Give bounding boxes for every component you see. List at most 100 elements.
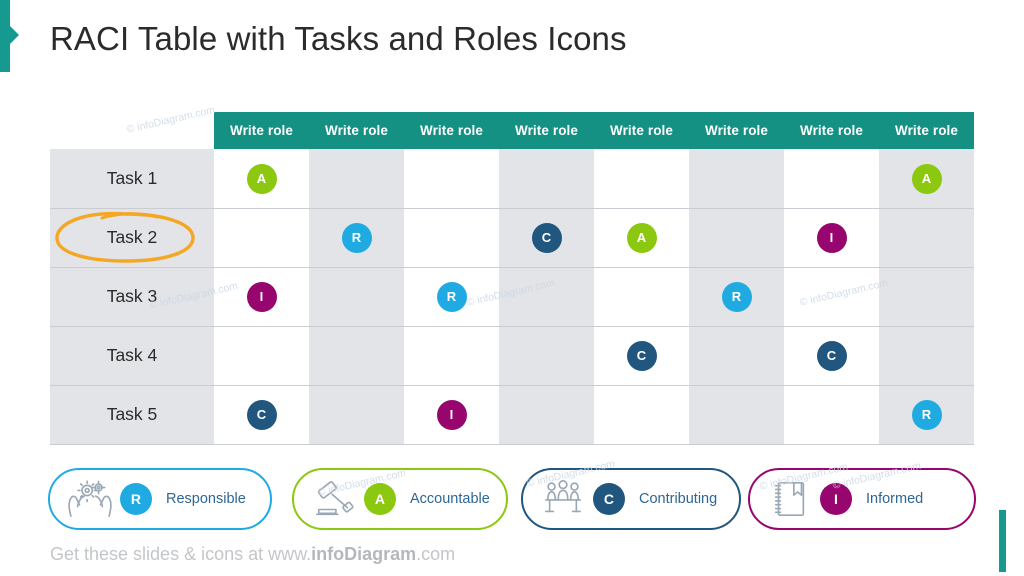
raci-cell-r5-c3[interactable]: I (404, 385, 499, 444)
column-header-role-7[interactable]: Write role (784, 112, 879, 149)
raci-cell-r1-c5[interactable] (594, 149, 689, 208)
task-label-cell[interactable]: Task 1 (50, 149, 214, 209)
raci-marker-c: C (531, 222, 562, 253)
raci-cell-r3-c7[interactable] (784, 267, 879, 326)
raci-cell-r5-c2[interactable] (309, 385, 404, 444)
column-header-role-1[interactable]: Write role (214, 112, 309, 149)
raci-cell-r2-c2[interactable]: R (309, 208, 404, 267)
raci-cell-r3-c3[interactable]: R (404, 267, 499, 326)
raci-cell-r4-c5[interactable]: C (594, 326, 689, 385)
legend-marker-a: A (364, 483, 396, 515)
raci-cell-r1-c2[interactable] (309, 149, 404, 208)
raci-cell-r5-c4[interactable] (499, 385, 594, 444)
task-label-cell[interactable]: Task 2 (50, 208, 214, 268)
row-separator (50, 267, 974, 268)
raci-marker-i: I (436, 399, 467, 430)
column-header-role-3[interactable]: Write role (404, 112, 499, 149)
raci-marker-i: I (246, 281, 277, 312)
raci-marker-a: A (246, 163, 277, 194)
raci-cell-r5-c6[interactable] (689, 385, 784, 444)
raci-cell-r3-c6[interactable]: R (689, 267, 784, 326)
raci-marker-a: A (626, 222, 657, 253)
raci-cell-r1-c8[interactable]: A (879, 149, 974, 208)
raci-cell-r1-c4[interactable] (499, 149, 594, 208)
raci-cell-r2-c5[interactable]: A (594, 208, 689, 267)
column-header-role-8[interactable]: Write role (879, 112, 974, 149)
legend-item-informed[interactable]: I Informed (748, 468, 976, 530)
raci-marker-c: C (246, 399, 277, 430)
raci-marker-r: R (341, 222, 372, 253)
raci-cell-r1-c7[interactable] (784, 149, 879, 208)
table-row: Task 4 C C (50, 326, 974, 386)
raci-table-container: Write role Write role Write role Write r… (50, 112, 974, 445)
raci-cell-r3-c8[interactable] (879, 267, 974, 326)
task-label-cell[interactable]: Task 4 (50, 326, 214, 386)
raci-cell-r3-c1[interactable]: I (214, 267, 309, 326)
raci-marker-c: C (626, 340, 657, 371)
legend-marker-r: R (120, 483, 152, 515)
raci-cell-r3-c4[interactable] (499, 267, 594, 326)
raci-cell-r2-c7[interactable]: I (784, 208, 879, 267)
raci-cell-r3-c5[interactable] (594, 267, 689, 326)
raci-marker-r: R (911, 399, 942, 430)
task-label-cell[interactable]: Task 5 (50, 385, 214, 445)
team-meeting-icon (535, 476, 591, 522)
raci-cell-r5-c8[interactable]: R (879, 385, 974, 444)
raci-cell-r2-c8[interactable] (879, 208, 974, 267)
legend-item-accountable[interactable]: A Accountable (292, 468, 508, 530)
row-separator (50, 444, 974, 445)
raci-marker-r: R (721, 281, 752, 312)
raci-cell-r2-c3[interactable] (404, 208, 499, 267)
footer-suffix: .com (416, 544, 456, 564)
table-row: Task 2 R C A I (50, 208, 974, 268)
raci-cell-r2-c4[interactable]: C (499, 208, 594, 267)
task-label-cell[interactable]: Task 3 (50, 267, 214, 327)
raci-cell-r4-c4[interactable] (499, 326, 594, 385)
column-header-role-6[interactable]: Write role (689, 112, 784, 149)
left-accent-bar (0, 0, 10, 72)
legend-label-contributing: Contributing (639, 491, 718, 507)
legend-label-accountable: Accountable (410, 491, 490, 507)
legend-row: R Responsible A Accountable C Contributing I In… (48, 468, 978, 530)
raci-cell-r5-c5[interactable] (594, 385, 689, 444)
raci-cell-r3-c2[interactable] (309, 267, 404, 326)
left-accent-arrow-icon (10, 26, 19, 44)
raci-cell-r4-c7[interactable]: C (784, 326, 879, 385)
footer-brand: infoDiagram (311, 544, 417, 564)
notebook-bookmark-icon (762, 476, 818, 522)
row-separator (50, 326, 974, 327)
legend-item-responsible[interactable]: R Responsible (48, 468, 272, 530)
raci-marker-c: C (816, 340, 847, 371)
raci-cell-r4-c3[interactable] (404, 326, 499, 385)
raci-cell-r2-c1[interactable] (214, 208, 309, 267)
raci-cell-r4-c8[interactable] (879, 326, 974, 385)
raci-cell-r1-c1[interactable]: A (214, 149, 309, 208)
gavel-icon (306, 476, 362, 522)
footer-prefix: Get these slides & icons at www. (50, 544, 312, 564)
raci-cell-r4-c1[interactable] (214, 326, 309, 385)
legend-marker-i: I (820, 483, 852, 515)
column-header-role-4[interactable]: Write role (499, 112, 594, 149)
raci-marker-i: I (816, 222, 847, 253)
raci-marker-r: R (436, 281, 467, 312)
raci-cell-r4-c2[interactable] (309, 326, 404, 385)
raci-cell-r2-c6[interactable] (689, 208, 784, 267)
raci-cell-r4-c6[interactable] (689, 326, 784, 385)
column-header-role-2[interactable]: Write role (309, 112, 404, 149)
raci-cell-r1-c3[interactable] (404, 149, 499, 208)
table-corner-header (50, 112, 214, 149)
raci-cell-r5-c7[interactable] (784, 385, 879, 444)
column-header-role-5[interactable]: Write role (594, 112, 689, 149)
raci-cell-r5-c1[interactable]: C (214, 385, 309, 444)
slide-canvas: RACI Table with Tasks and Roles Icons Wr… (0, 0, 1024, 576)
raci-cell-r1-c6[interactable] (689, 149, 784, 208)
table-row: Task 3 I R R (50, 267, 974, 327)
table-body: Task 1 A A Task 2 R C A I Task 3 I R R Task 4 C C Task … (50, 149, 974, 445)
legend-item-contributing[interactable]: C Contributing (521, 468, 741, 530)
raci-marker-a: A (911, 163, 942, 194)
right-accent-bar (999, 510, 1006, 572)
legend-label-responsible: Responsible (166, 491, 246, 507)
legend-label-informed: Informed (866, 491, 924, 507)
legend-marker-c: C (593, 483, 625, 515)
raci-table: Write role Write role Write role Write r… (50, 112, 974, 445)
